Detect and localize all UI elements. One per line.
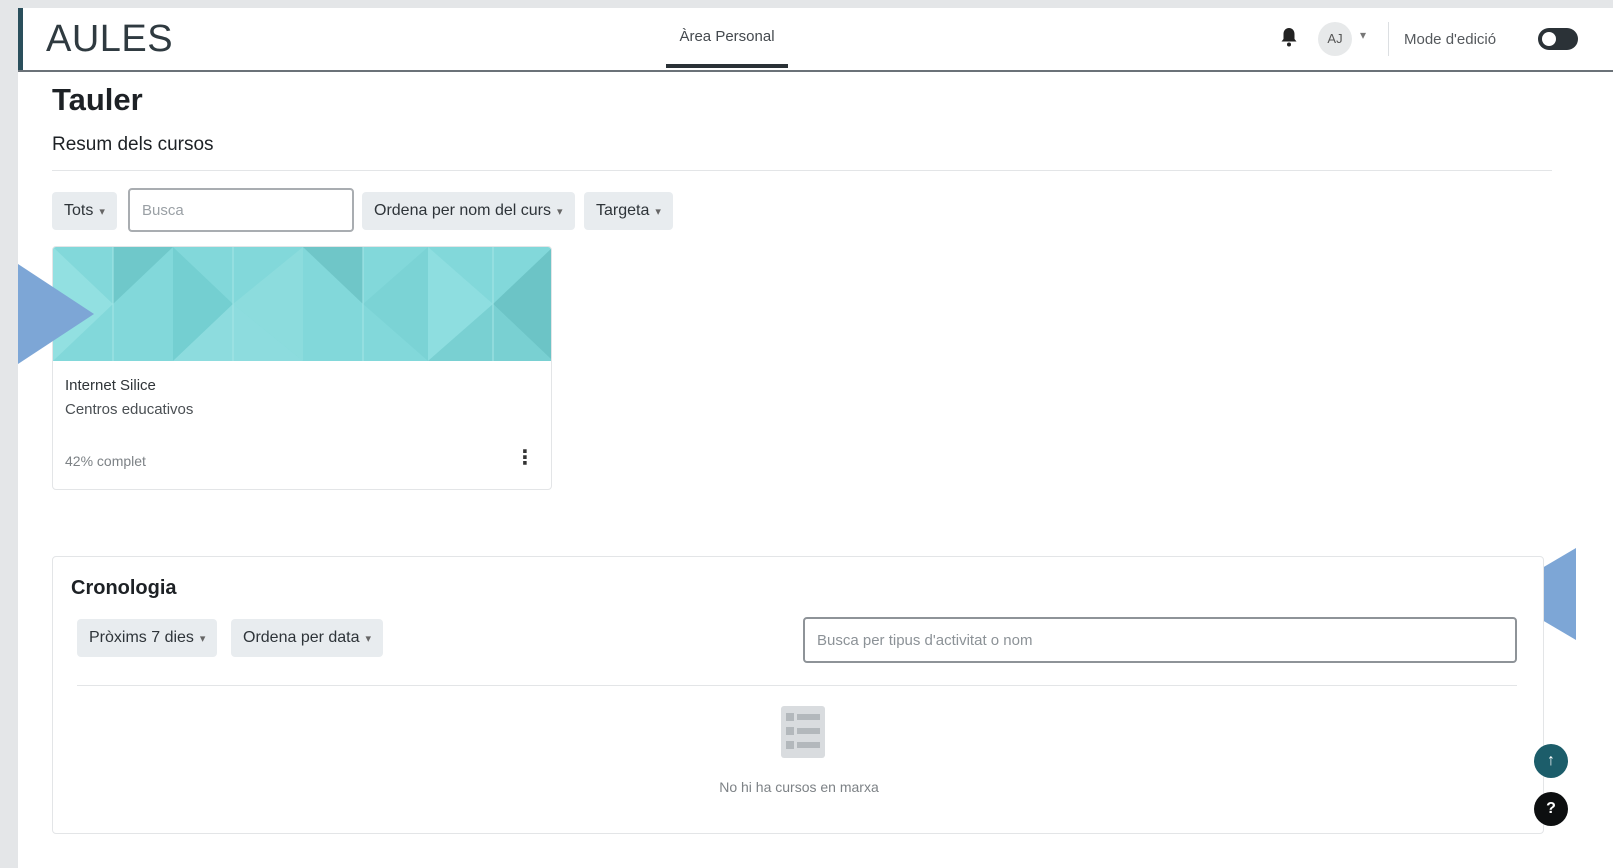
divider [77, 685, 1517, 686]
timeline-empty-message: No hi ha cursos en marxa [719, 779, 879, 795]
help-button[interactable]: ? [1534, 792, 1568, 826]
timeline-title: Cronologia [71, 577, 177, 599]
chevron-down-icon: ▾ [199, 633, 206, 645]
timeline-range-dropdown[interactable]: Pròxims 7 dies ▾ [77, 619, 218, 657]
sort-dropdown[interactable]: Ordena per nom del curs ▾ [362, 192, 575, 230]
view-dropdown[interactable]: Targeta ▾ [584, 192, 673, 230]
course-card[interactable]: Internet Silice Centros educativos 42% c… [52, 246, 552, 490]
timeline-sort-dropdown[interactable]: Ordena per data ▾ [231, 619, 384, 657]
divider [52, 170, 1552, 171]
edit-mode-toggle[interactable] [1538, 28, 1578, 50]
courses-overview-title: Resum dels cursos [52, 134, 214, 155]
active-tab-indicator [666, 64, 788, 68]
grouping-dropdown[interactable]: Tots ▾ [52, 192, 117, 230]
course-search-input[interactable] [128, 188, 354, 232]
sort-dropdown-label: Ordena per nom del curs [374, 202, 551, 219]
toggle-knob [1542, 32, 1556, 46]
page-title: Tauler [52, 82, 143, 117]
course-category: Centros educativos [65, 401, 194, 418]
chevron-down-icon[interactable]: ▾ [1360, 28, 1366, 42]
timeline-sort-label: Ordena per data [243, 629, 360, 646]
view-dropdown-label: Targeta [596, 202, 650, 219]
tab-personal-area[interactable]: Àrea Personal [666, 28, 788, 45]
top-navbar: AULES Àrea Personal AJ ▾ Mode d'edició [18, 8, 1613, 72]
chevron-down-icon: ▾ [556, 206, 563, 218]
brand-logo[interactable]: AULES [46, 18, 173, 60]
empty-list-icon [781, 706, 825, 758]
edit-mode-label: Mode d'edició [1404, 31, 1497, 48]
user-avatar[interactable]: AJ [1318, 22, 1352, 56]
kebab-menu-icon[interactable]: ⋮ [515, 445, 535, 470]
timeline-range-label: Pròxims 7 dies [89, 629, 194, 646]
page: AULES Àrea Personal AJ ▾ Mode d'edició T… [18, 8, 1613, 868]
chevron-down-icon: ▾ [655, 206, 661, 218]
back-to-top-button[interactable]: ↑ [1534, 744, 1568, 778]
timeline-block: Cronologia Pròxims 7 dies ▾ Ordena per da… [52, 556, 1544, 834]
chevron-down-icon: ▾ [365, 633, 372, 645]
course-progress-text: 42% complet [65, 453, 146, 469]
navbar-accent-bar [18, 8, 23, 70]
course-image[interactable] [53, 247, 552, 361]
course-name-link[interactable]: Internet Silice [65, 377, 156, 394]
timeline-search-input[interactable] [803, 617, 1517, 663]
annotation-arrow-left [18, 264, 94, 364]
bell-icon[interactable] [1280, 26, 1298, 48]
navbar-divider [1388, 22, 1389, 56]
grouping-dropdown-label: Tots [64, 202, 94, 219]
chevron-down-icon: ▾ [99, 206, 105, 218]
